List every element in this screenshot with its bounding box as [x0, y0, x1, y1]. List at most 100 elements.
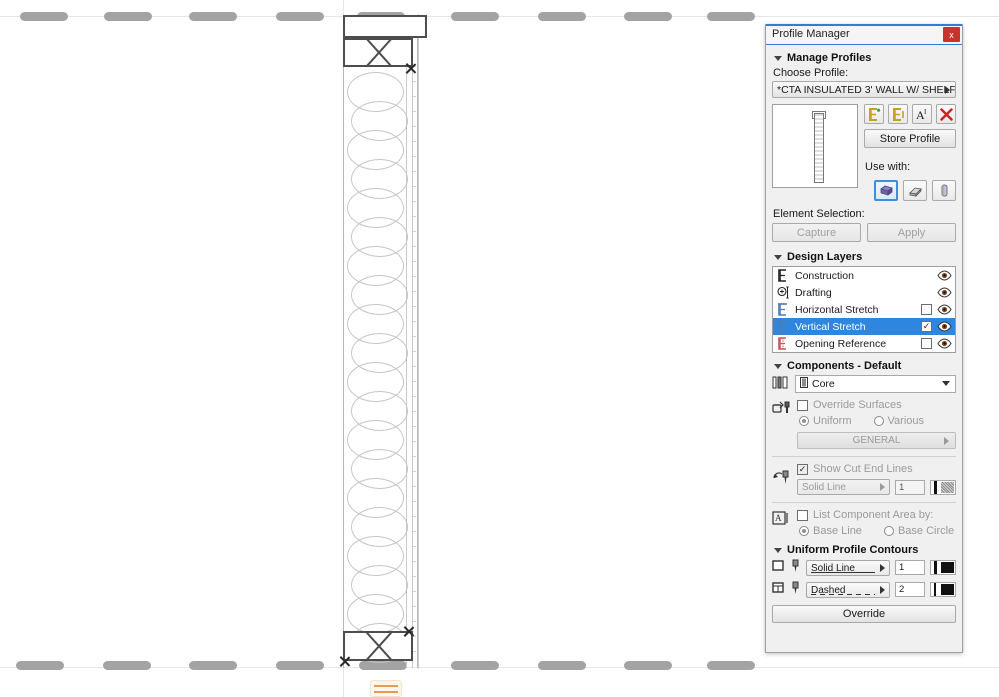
design-layer-row-construction[interactable]: Construction — [773, 267, 955, 284]
list-component-area-label: List Component Area by: — [813, 509, 934, 521]
ruler-tick — [413, 96, 416, 97]
ruler-tick — [413, 261, 416, 262]
ruler-tick — [413, 171, 416, 172]
design-layer-checkbox[interactable] — [921, 321, 932, 332]
selection-grip[interactable] — [103, 661, 151, 670]
selection-grip[interactable] — [707, 12, 755, 21]
cut-end-line-color-swatch[interactable] — [930, 479, 956, 495]
slab-tool-icon[interactable] — [903, 180, 927, 201]
design-layer-checkbox[interactable] — [921, 304, 932, 315]
section-design-layers[interactable]: Design Layers — [774, 251, 956, 263]
selection-grip[interactable] — [20, 12, 68, 21]
show-cut-end-lines-checkbox[interactable] — [797, 463, 808, 475]
dialog-title-bar[interactable]: Profile Manager x — [766, 24, 962, 45]
design-layer-list[interactable]: Construction Drafting Horizontal Stretch Ve… — [772, 266, 956, 353]
chevron-right-icon — [880, 585, 885, 594]
cut-end-line-weight-field[interactable]: 1 — [895, 479, 925, 495]
section-title: Uniform Profile Contours — [787, 544, 919, 556]
base-line-radio[interactable] — [799, 526, 809, 536]
chevron-down-icon[interactable] — [774, 363, 782, 369]
profile-preview — [772, 104, 858, 188]
various-radio[interactable] — [873, 416, 884, 426]
contour-weight-field-1[interactable]: 1 — [895, 560, 925, 575]
selection-grip[interactable] — [16, 661, 64, 670]
new-profile-icon[interactable] — [864, 104, 884, 124]
cut-end-lines-icon — [772, 470, 792, 489]
contour-weight-field-2[interactable]: 2 — [895, 582, 925, 597]
selection-grip[interactable] — [538, 12, 586, 21]
list-component-area-checkbox[interactable] — [797, 509, 808, 521]
chevron-down-icon[interactable] — [774, 55, 782, 61]
ruler-tick — [413, 336, 416, 337]
choose-profile-label: Choose Profile: — [773, 67, 849, 79]
component-select[interactable]: Core — [795, 375, 956, 393]
base-circle-radio[interactable] — [883, 526, 894, 536]
close-icon[interactable]: x — [943, 27, 960, 42]
visibility-eye-icon[interactable] — [937, 321, 952, 332]
selection-grip[interactable] — [538, 661, 586, 670]
profile-contour-icon — [772, 559, 786, 576]
chevron-down-icon[interactable] — [774, 254, 782, 260]
profile-fill-icon — [772, 581, 786, 598]
contour-line-style-select-2[interactable]: Dashed — [806, 581, 890, 598]
selection-grip[interactable] — [104, 12, 152, 21]
profile-manager-dialog[interactable]: Profile Manager x Manage Profiles Choose… — [765, 24, 963, 653]
design-layer-row-drafting[interactable]: Drafting — [773, 284, 955, 301]
ruler-tick — [413, 81, 416, 82]
override-surfaces-checkbox[interactable] — [797, 399, 808, 411]
override-button[interactable]: Override — [772, 605, 956, 623]
ruler-tick — [413, 291, 416, 292]
chevron-down-icon[interactable] — [774, 547, 782, 553]
base-line-label: Base Line — [813, 525, 862, 537]
delete-profile-icon[interactable] — [936, 104, 956, 124]
uniform-radio[interactable] — [799, 416, 809, 426]
design-layer-row-vertical-stretch[interactable]: Vertical Stretch — [773, 318, 955, 335]
profile-select-value: *CTA INSULATED 3' WALL W/ SHELF — [777, 83, 955, 96]
design-layer-row-horizontal-stretch[interactable]: Horizontal Stretch — [773, 301, 955, 318]
design-layer-row-opening-reference[interactable]: Opening Reference — [773, 335, 955, 352]
wall-tool-icon[interactable] — [874, 180, 898, 201]
contour-color-swatch-1[interactable] — [930, 560, 956, 575]
vertex-marker[interactable] — [403, 62, 416, 75]
general-surface-button[interactable]: GENERAL — [797, 432, 956, 449]
profile-cap-top[interactable] — [343, 15, 427, 38]
vertex-marker[interactable] — [401, 625, 414, 638]
selection-grip[interactable] — [624, 12, 672, 21]
element-selection-label: Element Selection: — [773, 208, 865, 220]
selection-grip[interactable] — [451, 12, 499, 21]
section-manage-profiles[interactable]: Manage Profiles — [774, 52, 956, 64]
selection-grip[interactable] — [451, 661, 499, 670]
section-components[interactable]: Components - Default — [774, 360, 956, 372]
list-component-area-icon: A — [772, 510, 792, 529]
apply-button[interactable]: Apply — [867, 223, 956, 242]
visibility-eye-icon[interactable] — [937, 304, 952, 315]
selection-grip[interactable] — [707, 661, 755, 670]
ruler-edge — [418, 14, 419, 669]
vertex-marker[interactable] — [337, 655, 350, 668]
selection-grip[interactable] — [624, 661, 672, 670]
selection-grip[interactable] — [189, 661, 237, 670]
selection-grip[interactable] — [189, 12, 237, 21]
column-tool-icon[interactable] — [932, 180, 956, 201]
store-profile-button[interactable]: Store Profile — [864, 129, 956, 148]
ruler-tick — [413, 486, 416, 487]
capture-button[interactable]: Capture — [772, 223, 861, 242]
selection-grip[interactable] — [276, 12, 324, 21]
duplicate-profile-icon[interactable] — [888, 104, 908, 124]
selection-grip[interactable] — [276, 661, 324, 670]
section-uniform-profile-contours[interactable]: Uniform Profile Contours — [774, 544, 956, 556]
section-title: Design Layers — [787, 251, 863, 263]
visibility-eye-icon[interactable] — [937, 270, 952, 281]
contour-color-swatch-2[interactable] — [930, 582, 956, 597]
design-layer-checkbox[interactable] — [921, 338, 932, 349]
use-with-label: Use with: — [865, 161, 911, 173]
visibility-eye-icon[interactable] — [937, 338, 952, 349]
profile-select[interactable]: *CTA INSULATED 3' WALL W/ SHELF — [772, 81, 956, 98]
contour-line-style-select-1[interactable]: Solid Line — [806, 559, 890, 576]
cut-end-line-style-select[interactable]: Solid Line — [797, 479, 890, 495]
ruler-tick — [413, 471, 416, 472]
ruler-tick — [413, 126, 416, 127]
visibility-eye-icon[interactable] — [937, 287, 952, 298]
rename-profile-icon[interactable]: AI — [912, 104, 932, 124]
ruler-tick — [413, 276, 416, 277]
